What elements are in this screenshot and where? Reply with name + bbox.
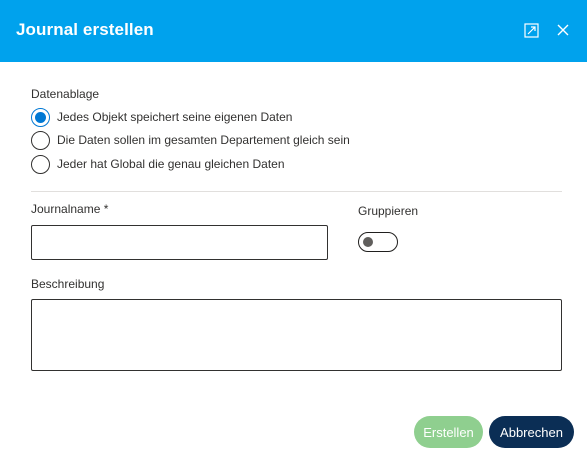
- description-label: Beschreibung: [31, 277, 105, 291]
- dialog-title: Journal erstellen: [16, 20, 154, 39]
- radio-button-checked[interactable]: [31, 107, 50, 127]
- storage-option-global[interactable]: Jeder hat Global die genau gleichen Date…: [31, 154, 285, 174]
- storage-label: Datenablage: [31, 87, 100, 101]
- toggle-knob: [363, 237, 373, 247]
- radio-button[interactable]: [31, 154, 50, 174]
- group-toggle[interactable]: [358, 232, 398, 252]
- description-textarea[interactable]: [31, 299, 562, 371]
- expand-icon[interactable]: [522, 21, 540, 39]
- journal-name-label: Journalname *: [31, 202, 109, 216]
- dialog-header: Journal erstellen: [0, 0, 587, 62]
- group-label: Gruppieren: [358, 204, 419, 218]
- storage-option-own-data[interactable]: Jedes Objekt speichert seine eigenen Dat…: [31, 107, 292, 127]
- create-journal-dialog: Journal erstellen Datenablage Jedes Obje…: [0, 0, 587, 462]
- storage-option-label: Die Daten sollen im gesamten Departement…: [57, 133, 350, 147]
- radio-button[interactable]: [31, 130, 50, 150]
- create-button[interactable]: Erstellen: [414, 416, 483, 448]
- close-icon[interactable]: [554, 21, 572, 39]
- storage-option-department[interactable]: Die Daten sollen im gesamten Departement…: [31, 130, 350, 150]
- storage-option-label: Jedes Objekt speichert seine eigenen Dat…: [57, 110, 293, 124]
- section-divider: [31, 191, 562, 192]
- journal-name-input[interactable]: [31, 225, 328, 260]
- cancel-button[interactable]: Abbrechen: [489, 416, 574, 448]
- storage-option-label: Jeder hat Global die genau gleichen Date…: [57, 157, 285, 171]
